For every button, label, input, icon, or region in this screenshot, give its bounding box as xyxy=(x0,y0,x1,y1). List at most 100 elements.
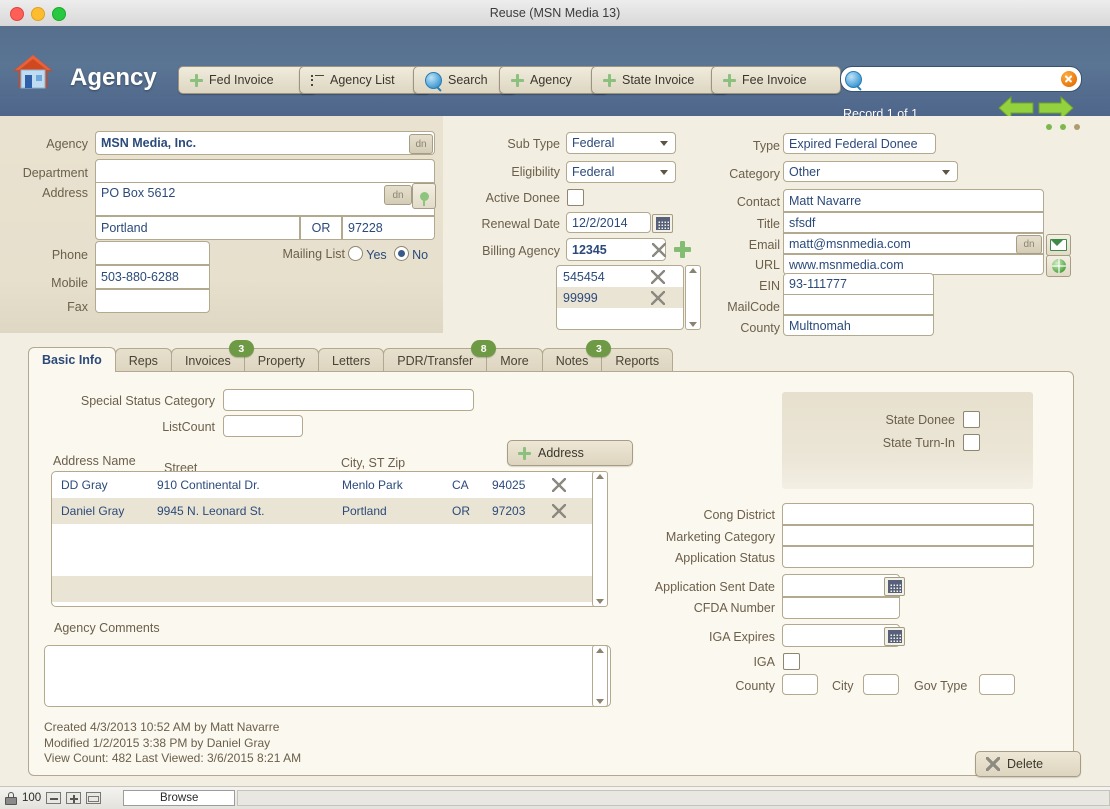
tab-reports[interactable]: Reports xyxy=(601,348,674,372)
list-item-remove-icon[interactable] xyxy=(651,270,665,284)
category-select[interactable]: Other xyxy=(783,161,958,182)
window-controls[interactable] xyxy=(10,7,66,21)
mobile-field[interactable]: 503-880-6288 xyxy=(95,265,210,289)
tab-basic-info[interactable]: Basic Info xyxy=(28,347,116,372)
tab-reps[interactable]: Reps xyxy=(114,348,172,372)
toolbar-button-fee-invoice[interactable]: Fee Invoice xyxy=(711,66,841,94)
zoom-in-icon[interactable] xyxy=(66,792,82,804)
title-field[interactable]: sfsdf xyxy=(783,212,1044,233)
clear-search-icon[interactable] xyxy=(1061,71,1077,87)
county-field[interactable]: Multnomah xyxy=(783,315,934,336)
renewal-date-field[interactable]: 12/2/2014 xyxy=(566,212,651,233)
tab-letters[interactable]: Letters xyxy=(318,348,385,372)
comments-scrollbar[interactable] xyxy=(592,645,608,707)
address-dn-button[interactable]: dn xyxy=(384,185,412,205)
zip-field[interactable]: 97228 xyxy=(342,216,435,240)
gov-type-field[interactable] xyxy=(979,674,1015,695)
record-navigation[interactable] xyxy=(998,94,1074,116)
list-item[interactable]: 99999 xyxy=(557,287,683,308)
open-url-button[interactable] xyxy=(1046,255,1071,277)
table-row[interactable]: DD Gray 910 Continental Dr. Menlo Park C… xyxy=(52,472,607,498)
tab-property[interactable]: Property xyxy=(243,348,320,372)
maximize-window-button[interactable] xyxy=(52,7,66,21)
sub-type-select[interactable]: Federal xyxy=(566,132,676,154)
city-field-basic[interactable] xyxy=(863,674,899,695)
calendar-icon[interactable] xyxy=(884,577,905,596)
state-turnin-checkbox[interactable] xyxy=(963,434,980,451)
city-field[interactable]: Portland xyxy=(95,216,300,240)
search-icon xyxy=(845,70,862,88)
billing-agency-remove-icon[interactable] xyxy=(652,243,666,257)
scroll-down-icon[interactable] xyxy=(596,699,604,704)
agency-comments-label: Agency Comments xyxy=(54,621,160,635)
calendar-icon[interactable] xyxy=(884,627,905,646)
state-field[interactable]: OR xyxy=(300,216,342,240)
cfda-field[interactable] xyxy=(782,597,900,619)
department-field[interactable] xyxy=(95,159,435,183)
agency-comments-textarea[interactable] xyxy=(44,645,611,707)
billing-agency-list[interactable]: 545454 99999 xyxy=(556,265,684,330)
email-dn-button[interactable]: dn xyxy=(1016,235,1042,254)
mailcode-field[interactable] xyxy=(783,294,934,315)
global-search-box[interactable] xyxy=(840,66,1082,92)
tab-pdr-transfer[interactable]: PDR/Transfer 8 xyxy=(383,340,497,372)
sub-type-value: Federal xyxy=(572,136,615,150)
row-delete-icon[interactable] xyxy=(552,478,566,492)
marketing-category-field[interactable] xyxy=(782,525,1034,546)
url-field[interactable]: www.msnmedia.com xyxy=(783,254,1044,275)
agency-field[interactable]: MSN Media, Inc. xyxy=(95,131,435,155)
application-sent-field[interactable] xyxy=(782,574,900,597)
county-field-basic[interactable] xyxy=(782,674,818,695)
arrow-right-icon[interactable] xyxy=(1038,94,1074,116)
close-window-button[interactable] xyxy=(10,7,24,21)
address-grid-scrollbar[interactable] xyxy=(592,471,608,607)
calendar-icon[interactable] xyxy=(652,214,673,233)
list-item[interactable]: 545454 xyxy=(557,266,683,287)
add-address-button[interactable]: Address xyxy=(507,440,633,466)
state-donee-checkbox[interactable] xyxy=(963,411,980,428)
map-pin-button[interactable] xyxy=(412,183,436,209)
window-toggle-icon[interactable] xyxy=(86,792,102,804)
tab-invoices[interactable]: Invoices 3 xyxy=(170,340,254,372)
scroll-up-icon[interactable] xyxy=(596,474,604,479)
address-grid[interactable]: DD Gray 910 Continental Dr. Menlo Park C… xyxy=(51,471,608,607)
scroll-down-icon[interactable] xyxy=(596,599,604,604)
phone-field[interactable] xyxy=(95,241,210,265)
arrow-left-icon[interactable] xyxy=(998,94,1034,116)
cong-district-field[interactable] xyxy=(782,503,1034,525)
iga-checkbox[interactable] xyxy=(783,653,800,670)
billing-agency-field[interactable]: 12345 xyxy=(566,238,666,261)
zoom-out-icon[interactable] xyxy=(46,792,62,804)
agency-dn-button[interactable]: dn xyxy=(409,134,433,154)
mode-indicator[interactable]: Browse xyxy=(123,790,236,806)
scroll-up-icon[interactable] xyxy=(596,648,604,653)
iga-expires-field[interactable] xyxy=(782,624,900,647)
toolbar-button-fed-invoice[interactable]: Fed Invoice xyxy=(178,66,317,94)
billing-agency-add-icon[interactable] xyxy=(674,241,691,258)
special-status-field[interactable] xyxy=(223,389,474,411)
list-item-remove-icon[interactable] xyxy=(651,291,665,305)
delete-button[interactable]: Delete xyxy=(975,751,1081,777)
tab-bar[interactable]: Basic Info Reps Invoices 3 Property Lette… xyxy=(28,340,674,372)
type-field[interactable]: Expired Federal Donee xyxy=(783,133,936,154)
mailing-list-no-radio[interactable] xyxy=(393,246,409,261)
mailing-list-yes-radio[interactable] xyxy=(348,246,363,261)
search-input[interactable] xyxy=(862,72,1061,86)
email-field[interactable]: matt@msnmedia.com xyxy=(783,233,1044,254)
contact-field[interactable]: Matt Navarre xyxy=(783,189,1044,212)
listcount-field[interactable] xyxy=(223,415,303,437)
tab-notes[interactable]: Notes 3 xyxy=(541,340,612,372)
fax-field[interactable] xyxy=(95,289,210,313)
table-row[interactable]: Daniel Gray 9945 N. Leonard St. Portland… xyxy=(52,498,607,524)
active-donee-checkbox[interactable] xyxy=(567,189,584,206)
toolbar-button-agency-list[interactable]: Agency List xyxy=(299,66,431,94)
ein-field[interactable]: 93-111777 xyxy=(783,273,934,295)
application-status-field[interactable] xyxy=(782,546,1034,568)
mailing-list-radio-group[interactable]: Yes No xyxy=(348,246,428,262)
minimize-window-button[interactable] xyxy=(31,7,45,21)
row-delete-icon[interactable] xyxy=(552,504,566,518)
send-email-button[interactable] xyxy=(1046,234,1071,256)
toolbar-button-state-invoice[interactable]: State Invoice xyxy=(591,66,729,94)
eligibility-select[interactable]: Federal xyxy=(566,161,676,183)
lock-icon[interactable] xyxy=(5,791,17,805)
